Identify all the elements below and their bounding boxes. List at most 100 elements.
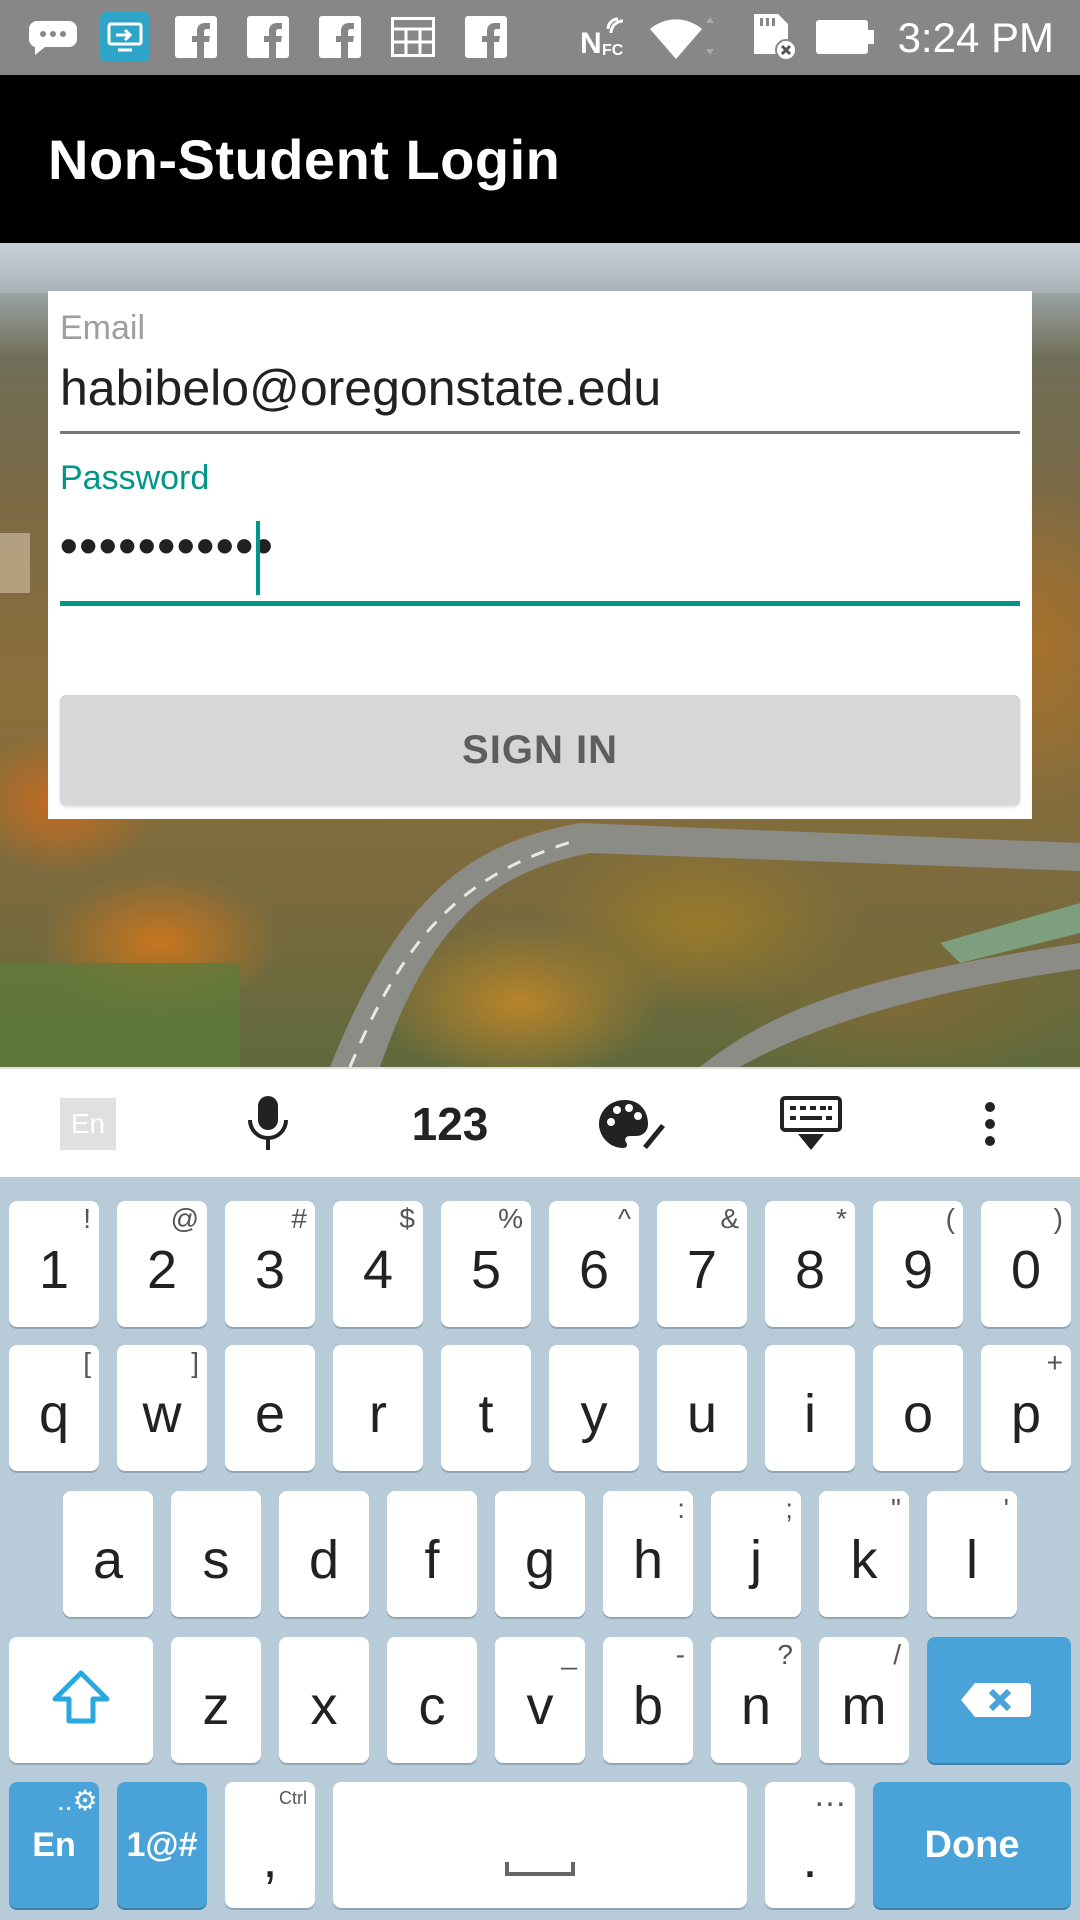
- key-label: 7: [686, 1240, 718, 1300]
- key-secondary-label: &: [720, 1203, 739, 1234]
- facebook-icon: [318, 14, 362, 60]
- key-x[interactable]: x: [279, 1637, 369, 1763]
- status-time: 3:24 PM: [897, 14, 1054, 61]
- key-t[interactable]: t: [441, 1345, 531, 1471]
- key-label: e: [254, 1384, 286, 1444]
- text-cursor: [256, 521, 260, 595]
- key-0[interactable]: 0): [981, 1201, 1071, 1327]
- page-title: Non-Student Login: [48, 128, 561, 191]
- key-a[interactable]: a: [63, 1491, 153, 1617]
- key-label: w: [142, 1384, 182, 1444]
- key-label: 5: [470, 1240, 502, 1300]
- key-5[interactable]: 5%: [441, 1201, 531, 1327]
- key-secondary-label: ': [1003, 1493, 1009, 1524]
- key-d[interactable]: d: [279, 1491, 369, 1617]
- key-secondary-label: %: [498, 1203, 523, 1234]
- key-label: 1: [38, 1240, 70, 1300]
- key-label: v: [526, 1676, 554, 1736]
- key-q[interactable]: q[: [9, 1345, 99, 1471]
- key-f[interactable]: f: [387, 1491, 477, 1617]
- key-p[interactable]: p +: [981, 1345, 1071, 1471]
- status-bar: N FC 3:24 PM: [0, 0, 1080, 75]
- key-3[interactable]: 3 #: [225, 1201, 315, 1327]
- key-secondary-label: +: [1046, 1347, 1063, 1378]
- key-b[interactable]: b-: [603, 1637, 693, 1763]
- period-key[interactable]: . …: [765, 1776, 855, 1908]
- facebook-icon: [174, 14, 218, 60]
- battery-icon: [816, 14, 876, 60]
- key-6[interactable]: 6 ^: [549, 1201, 639, 1327]
- key-label: g: [524, 1530, 556, 1590]
- language-key[interactable]: En ..⚙: [9, 1782, 99, 1908]
- key-w[interactable]: w]: [117, 1345, 207, 1471]
- sign-in-button[interactable]: SIGN IN: [60, 695, 1020, 805]
- key-7[interactable]: 7 &: [657, 1201, 747, 1327]
- ellipsis-hint: …: [813, 1776, 847, 1814]
- key-label: n: [740, 1676, 772, 1736]
- key-m[interactable]: m /: [819, 1637, 909, 1763]
- space-key[interactable]: [333, 1782, 747, 1908]
- facebook-icon: [464, 14, 508, 60]
- palette-icon[interactable]: [592, 1069, 672, 1179]
- period-key-label: .: [802, 1829, 818, 1889]
- key-e[interactable]: e: [225, 1345, 315, 1471]
- email-underline: [60, 431, 1020, 434]
- key-s[interactable]: s: [171, 1491, 261, 1617]
- key-2[interactable]: 2 @: [117, 1201, 207, 1327]
- key-8[interactable]: 8 *: [765, 1201, 855, 1327]
- key-label: l: [966, 1530, 978, 1590]
- ctrl-hint: Ctrl: [279, 1788, 307, 1808]
- key-4[interactable]: 4 $: [333, 1201, 423, 1327]
- wifi-icon: [648, 14, 714, 60]
- login-card: Email habibelo@oregonstate.edu Password …: [48, 291, 1032, 819]
- key-o[interactable]: o: [873, 1345, 963, 1471]
- key-y[interactable]: y: [549, 1345, 639, 1471]
- hide-keyboard-icon[interactable]: [776, 1069, 846, 1179]
- key-l[interactable]: l ': [927, 1491, 1017, 1617]
- key-label: o: [902, 1384, 934, 1444]
- facebook-icon: [246, 14, 290, 60]
- key-z[interactable]: z: [171, 1637, 261, 1763]
- key-secondary-label: ?: [777, 1639, 793, 1670]
- key-label: t: [478, 1384, 494, 1444]
- key-u[interactable]: u: [657, 1345, 747, 1471]
- key-label: j: [750, 1530, 762, 1590]
- key-secondary-label: _: [561, 1639, 577, 1670]
- key-label: f: [424, 1530, 440, 1590]
- key-9[interactable]: 9(: [873, 1201, 963, 1327]
- symbols-key[interactable]: 1@#: [117, 1782, 207, 1908]
- email-field[interactable]: habibelo@oregonstate.edu: [60, 359, 661, 417]
- key-1[interactable]: 1!: [9, 1201, 99, 1327]
- key-c[interactable]: c: [387, 1637, 477, 1763]
- key-label: 4: [362, 1240, 394, 1300]
- key-label: r: [369, 1384, 387, 1444]
- key-j[interactable]: j;: [711, 1491, 801, 1617]
- comma-key[interactable]: , Ctrl: [225, 1782, 315, 1908]
- shift-key[interactable]: [9, 1637, 153, 1763]
- password-underline: [60, 601, 1020, 606]
- key-h[interactable]: h:: [603, 1491, 693, 1617]
- key-secondary-label: *: [836, 1203, 847, 1234]
- key-g[interactable]: g: [495, 1491, 585, 1617]
- more-menu-icon[interactable]: [970, 1069, 1010, 1179]
- password-field[interactable]: •••••••••••: [60, 517, 275, 575]
- backspace-key[interactable]: [927, 1637, 1071, 1763]
- key-v[interactable]: v _: [495, 1637, 585, 1763]
- settings-gear-icon: ..⚙: [57, 1785, 98, 1816]
- space-bar-icon: [505, 1862, 575, 1876]
- key-label: 3: [254, 1240, 286, 1300]
- done-key-label: Done: [924, 1824, 1020, 1866]
- done-key[interactable]: Done: [873, 1782, 1071, 1908]
- microphone-icon[interactable]: [238, 1069, 298, 1179]
- key-r[interactable]: r: [333, 1345, 423, 1471]
- language-icon[interactable]: En: [58, 1069, 118, 1179]
- key-i[interactable]: i: [765, 1345, 855, 1471]
- key-label: s: [202, 1530, 230, 1590]
- key-label: m: [841, 1676, 887, 1736]
- key-label: 9: [902, 1240, 934, 1300]
- numbers-toggle[interactable]: 123: [400, 1069, 500, 1179]
- key-label: 0: [1010, 1240, 1042, 1300]
- key-n[interactable]: n?: [711, 1637, 801, 1763]
- keyboard-toolbar: En 123: [0, 1067, 1080, 1177]
- key-k[interactable]: k ": [819, 1491, 909, 1617]
